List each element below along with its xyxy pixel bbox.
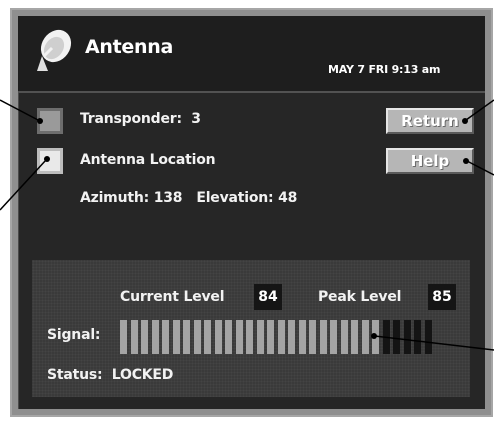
clock: MAY 7 FRI 9:13 am (328, 63, 441, 76)
status-value: LOCKED (111, 367, 174, 383)
signal-meter-segment (151, 320, 159, 354)
signal-meter-segment (214, 320, 222, 354)
signal-meter-segment (351, 320, 358, 354)
signal-meter-segment (204, 320, 211, 354)
peak-level-value: 85 (428, 284, 456, 310)
transponder-checkbox[interactable] (37, 108, 63, 134)
signal-meter-segment (225, 320, 232, 354)
signal-meter-segment (361, 320, 369, 354)
antenna-location-label: Antenna Location (80, 152, 216, 168)
signal-meter-segment (288, 320, 295, 354)
signal-label: Signal: (47, 327, 101, 343)
signal-meter-segment (319, 320, 327, 354)
transponder-label: Transponder: (80, 111, 182, 127)
elevation-value: 48 (278, 190, 298, 206)
signal-meter-segment (246, 320, 253, 354)
app-title: Antenna (85, 36, 173, 58)
signal-meter-segment (414, 320, 421, 354)
signal-meter-segment (193, 320, 201, 354)
signal-meter-segment (372, 320, 379, 354)
antenna-location-checkbox[interactable] (37, 148, 63, 174)
signal-meter-segment (424, 320, 432, 354)
signal-meter-segment (162, 320, 169, 354)
signal-meter-segment (382, 320, 390, 354)
header-divider (18, 91, 485, 93)
signal-meter-segment (256, 320, 264, 354)
signal-meter-segment (309, 320, 316, 354)
status-row: Status: LOCKED (47, 367, 173, 383)
signal-meter-segment (141, 320, 148, 354)
elevation-label: Elevation: (196, 190, 274, 206)
signal-meter-segment (298, 320, 306, 354)
signal-meter-segment (183, 320, 190, 354)
signal-meter-segment (130, 320, 138, 354)
azimuth-elevation-readout: Azimuth: 138 Elevation: 48 (80, 190, 297, 206)
signal-meter-segment (267, 320, 274, 354)
signal-meter-segment (277, 320, 285, 354)
signal-meter-segment (330, 320, 337, 354)
current-level-label: Current Level (120, 289, 225, 305)
signal-meter-segment (120, 320, 127, 354)
azimuth-value: 138 (153, 190, 183, 206)
azimuth-label: Azimuth: (80, 190, 149, 206)
satellite-dish-icon (37, 29, 72, 71)
status-label: Status: (47, 367, 103, 383)
signal-meter-segment (235, 320, 243, 354)
signal-meter-segment (172, 320, 180, 354)
signal-meter-segment (340, 320, 348, 354)
return-button[interactable]: Return (386, 108, 474, 134)
transponder-value: 3 (191, 111, 201, 127)
peak-level-label: Peak Level (318, 289, 402, 305)
transponder-row: Transponder: 3 (80, 111, 201, 127)
signal-meter-segment (403, 320, 411, 354)
signal-meter (120, 320, 435, 354)
help-button[interactable]: Help (386, 148, 474, 174)
signal-meter-segment (393, 320, 400, 354)
current-level-value: 84 (254, 284, 282, 310)
